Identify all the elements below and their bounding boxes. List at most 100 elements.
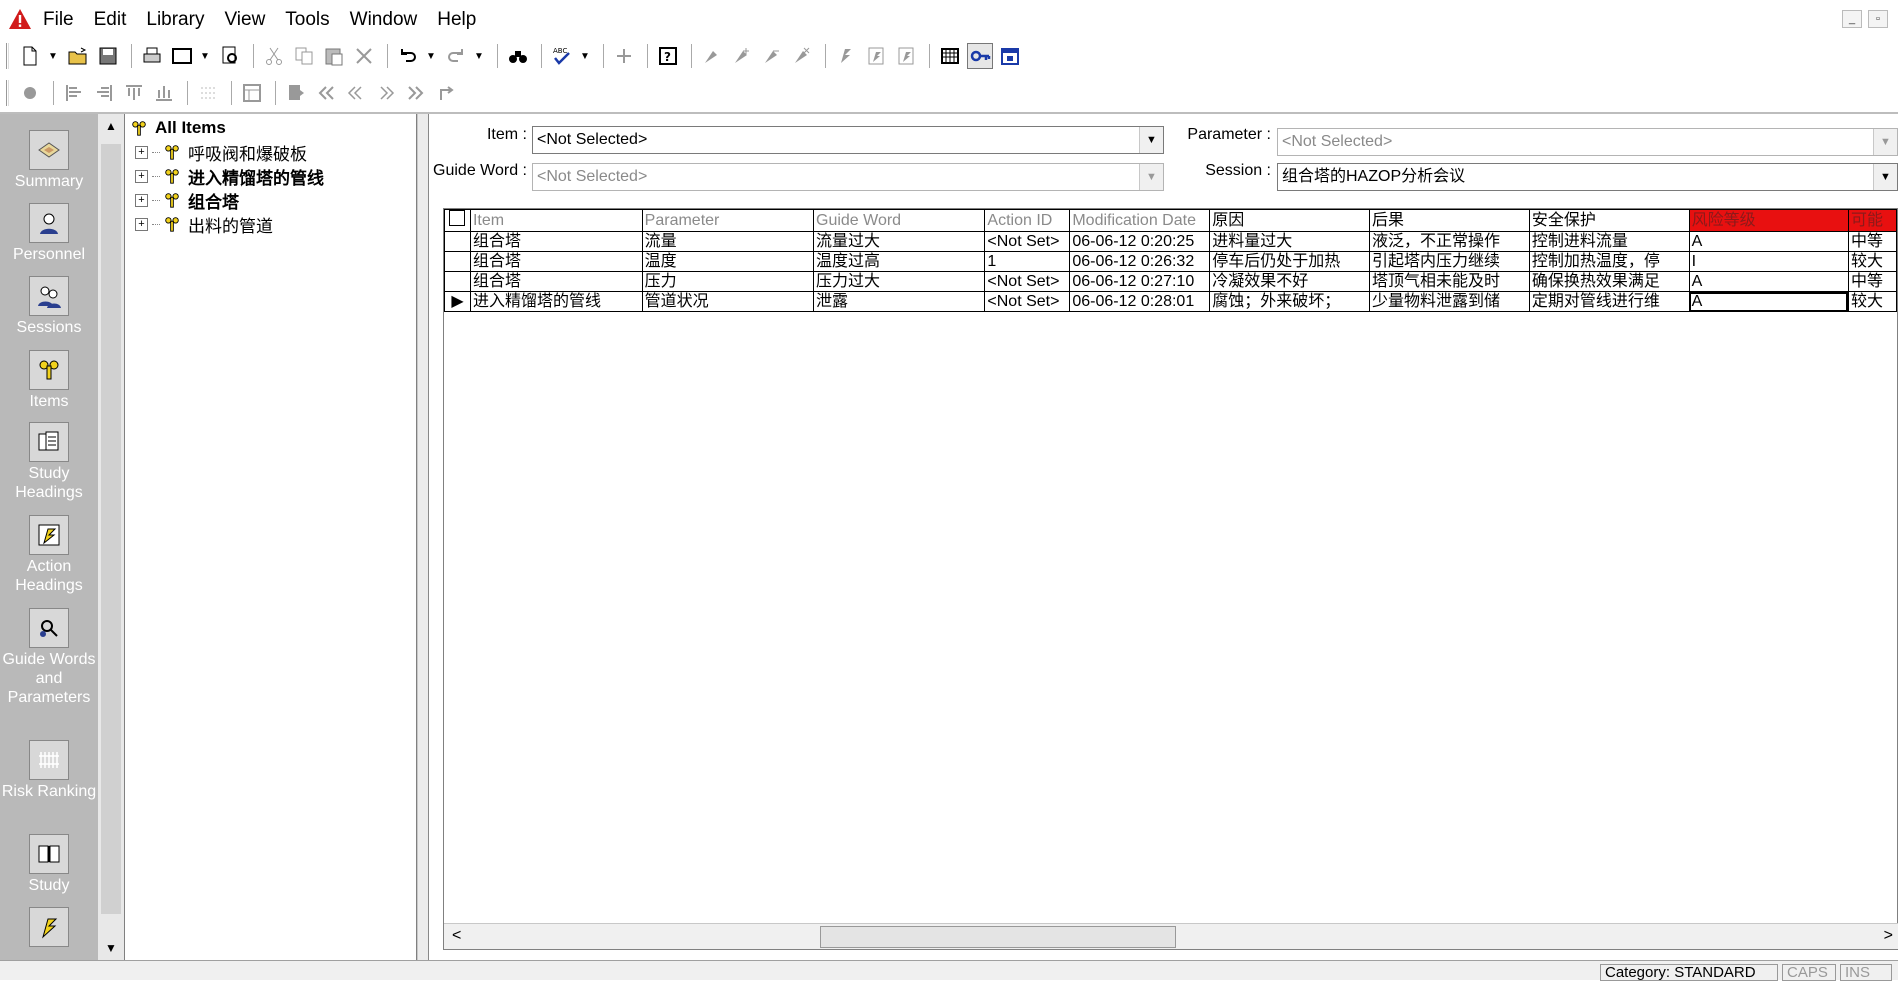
nav-study[interactable]: Study	[0, 834, 98, 895]
cell-item[interactable]: 组合塔	[469, 251, 643, 272]
expand-icon[interactable]: +	[135, 145, 148, 159]
column-header-item[interactable]: Item	[469, 209, 643, 232]
cell-modification-date[interactable]: 06-06-12 0:20:25	[1069, 231, 1211, 252]
grid-view-icon[interactable]	[937, 43, 963, 69]
next-record-icon[interactable]	[373, 80, 399, 106]
minimize-button[interactable]: _	[1842, 10, 1862, 28]
scroll-up-icon[interactable]: ▲	[101, 116, 121, 136]
cell-likelihood[interactable]: 中等	[1847, 231, 1898, 252]
chevron-down-icon[interactable]: ▼	[47, 51, 59, 62]
cell-action-id[interactable]: <Not Set>	[984, 271, 1071, 292]
column-header-risk-level[interactable]: 风险等级	[1688, 209, 1849, 232]
chevron-down-icon[interactable]: ▼	[1873, 164, 1897, 190]
cell-safeguard[interactable]: 定期对管线进行维	[1528, 291, 1690, 312]
nav-action-headings[interactable]: Action Headings	[0, 515, 98, 595]
horizontal-scrollbar[interactable]: < >	[444, 923, 1898, 949]
chevron-down-icon[interactable]: ▼	[473, 51, 485, 62]
marker-add-icon[interactable]	[729, 43, 755, 69]
column-header-cause[interactable]: 原因	[1209, 209, 1371, 232]
previous-record-icon[interactable]	[343, 80, 369, 106]
row-selector[interactable]	[444, 231, 471, 252]
cell-consequence[interactable]: 塔顶气相未能及时	[1369, 271, 1530, 292]
cell-parameter[interactable]: 压力	[641, 271, 815, 292]
row-selector[interactable]	[444, 251, 471, 272]
cell-action-id[interactable]: 1	[984, 251, 1071, 272]
table-row[interactable]: 组合塔 压力 压力过大 <Not Set> 06-06-12 0:27:10 冷…	[444, 271, 1898, 292]
cell-safeguard[interactable]: 控制加热温度，停	[1528, 251, 1690, 272]
dotted-grid-icon[interactable]	[195, 80, 221, 106]
cell-consequence[interactable]: 液泛，不正常操作	[1369, 231, 1530, 252]
scroll-left-icon[interactable]: <	[452, 927, 461, 945]
scroll-right-icon[interactable]: >	[1884, 927, 1893, 945]
key-icon[interactable]	[967, 43, 993, 69]
record-icon[interactable]	[17, 80, 43, 106]
cell-cause[interactable]: 进料量过大	[1209, 231, 1371, 252]
tree-item[interactable]: + 进入精馏塔的管线	[135, 164, 324, 188]
menu-file[interactable]: File	[43, 9, 74, 31]
pane-splitter[interactable]	[417, 114, 429, 960]
calendar-icon[interactable]	[997, 43, 1023, 69]
cell-guide-word[interactable]: 流量过大	[812, 231, 986, 252]
menu-edit[interactable]: Edit	[94, 9, 127, 31]
toolbar-grip[interactable]	[6, 80, 9, 106]
copy-icon[interactable]	[291, 43, 317, 69]
chevron-down-icon[interactable]: ▼	[1139, 164, 1163, 190]
nav-scrollbar[interactable]: ▲ ▼	[98, 114, 124, 960]
expand-icon[interactable]: +	[135, 169, 148, 183]
cell-safeguard[interactable]: 控制进料流量	[1528, 231, 1690, 252]
column-header-consequence[interactable]: 后果	[1369, 209, 1530, 232]
print-icon[interactable]	[139, 43, 165, 69]
column-header-safeguard[interactable]: 安全保护	[1528, 209, 1690, 232]
tree-root[interactable]: All Items	[129, 116, 226, 140]
cell-item[interactable]: 进入精馏塔的管线	[469, 291, 643, 312]
align-left-icon[interactable]	[61, 80, 87, 106]
cell-action-id[interactable]: <Not Set>	[984, 231, 1071, 252]
print-preview-icon[interactable]	[217, 43, 243, 69]
item-filter-select[interactable]: <Not Selected> ▼	[532, 126, 1164, 154]
marker-remove-icon[interactable]	[789, 43, 815, 69]
redo-icon[interactable]	[443, 43, 469, 69]
cut-icon[interactable]	[261, 43, 287, 69]
cell-risk-level[interactable]: I	[1688, 251, 1849, 272]
cell-action-id[interactable]: <Not Set>	[984, 291, 1071, 312]
cell-likelihood[interactable]: 较大	[1847, 251, 1898, 272]
restore-button[interactable]: ▫	[1868, 10, 1888, 28]
menu-view[interactable]: View	[224, 9, 265, 31]
cell-consequence[interactable]: 引起塔内压力继续	[1369, 251, 1530, 272]
action-icon[interactable]	[833, 43, 859, 69]
menu-tools[interactable]: Tools	[285, 9, 329, 31]
cell-modification-date[interactable]: 06-06-12 0:27:10	[1069, 271, 1211, 292]
first-record-icon[interactable]	[313, 80, 339, 106]
find-binoculars-icon[interactable]	[505, 43, 531, 69]
table-row-current[interactable]: ▶ 进入精馏塔的管线 管道状况 泄露 <Not Set> 06-06-12 0:…	[444, 291, 1898, 312]
toolbar-grip[interactable]	[6, 43, 9, 69]
nav-summary[interactable]: Summary	[0, 130, 98, 191]
cell-guide-word[interactable]: 泄露	[812, 291, 986, 312]
form-view-icon[interactable]	[239, 80, 265, 106]
column-header-guide-word[interactable]: Guide Word	[812, 209, 986, 232]
bookmark-icon[interactable]	[283, 80, 309, 106]
row-selector[interactable]	[444, 271, 471, 292]
expand-icon[interactable]: +	[135, 217, 148, 231]
column-header-action-id[interactable]: Action ID	[984, 209, 1071, 232]
tree-item[interactable]: + 组合塔	[135, 188, 239, 212]
cell-cause[interactable]: 腐蚀；外来破坏；	[1209, 291, 1371, 312]
marker-icon[interactable]	[699, 43, 725, 69]
column-header-modification-date[interactable]: Modification Date	[1069, 209, 1211, 232]
align-right-icon[interactable]	[91, 80, 117, 106]
chevron-down-icon[interactable]: ▼	[199, 51, 211, 62]
cell-risk-level[interactable]: A	[1688, 291, 1849, 312]
scroll-thumb[interactable]	[101, 144, 121, 914]
align-top-icon[interactable]	[121, 80, 147, 106]
chevron-down-icon[interactable]: ▼	[425, 51, 437, 62]
help-icon[interactable]: ?	[655, 43, 681, 69]
nav-guide-words[interactable]: Guide Words and Parameters	[0, 608, 98, 707]
horizontal-scroll-thumb[interactable]	[820, 926, 1176, 948]
nav-items[interactable]: Items	[0, 350, 98, 411]
current-row-marker[interactable]: ▶	[444, 291, 471, 312]
jump-icon[interactable]	[433, 80, 459, 106]
cell-guide-word[interactable]: 压力过大	[812, 271, 986, 292]
cell-likelihood[interactable]: 中等	[1847, 271, 1898, 292]
page-layout-icon[interactable]	[169, 43, 195, 69]
nav-sessions[interactable]: Sessions	[0, 276, 98, 337]
